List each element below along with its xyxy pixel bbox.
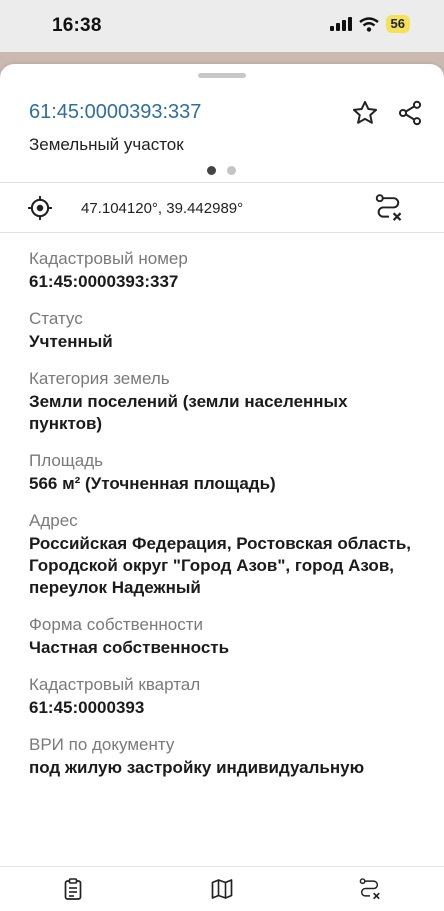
field-label: ВРИ по документу xyxy=(29,735,175,754)
signal-icon xyxy=(329,17,352,31)
field-address: Адрес Российская Федерация, Ростовская о… xyxy=(29,510,424,599)
page-dot-2[interactable] xyxy=(227,166,236,175)
field-land-category: Категория земель Земли поселений (земли … xyxy=(29,368,424,435)
field-value: Частная собственность xyxy=(29,638,230,657)
field-value: Учтенный xyxy=(29,332,113,351)
field-cadastral-quarter: Кадастровый квартал 61:45:0000393 xyxy=(29,674,424,719)
field-permitted-use: ВРИ по документу под жилую застройку инд… xyxy=(29,734,424,779)
field-label: Площадь xyxy=(29,451,104,470)
tab-route[interactable] xyxy=(358,877,382,901)
share-button[interactable] xyxy=(393,96,427,130)
bottom-tab-bar xyxy=(0,866,444,911)
star-icon xyxy=(352,100,378,124)
field-value: 61:45:0000393:337 xyxy=(29,272,179,291)
object-type: Земельный участок xyxy=(29,135,184,154)
field-label: Категория земель xyxy=(29,369,170,388)
field-cadastral-number: Кадастровый номер 61:45:0000393:337 xyxy=(29,248,424,293)
coordinates-text[interactable]: 47.104120°, 39.442989° xyxy=(81,200,243,217)
field-label: Статус xyxy=(29,309,83,328)
field-ownership: Форма собственности Частная собственност… xyxy=(29,614,424,659)
field-status: Статус Учтенный xyxy=(29,308,424,353)
field-label: Адрес xyxy=(29,511,78,530)
divider-top xyxy=(0,182,444,183)
field-label: Кадастровый номер xyxy=(29,249,188,268)
status-icons: 56 xyxy=(329,15,410,33)
route-clear-icon xyxy=(375,194,402,221)
cadastral-number-title[interactable]: 61:45:0000393:337 xyxy=(29,101,201,124)
field-value: Российская Федерация, Ростовская область… xyxy=(29,534,412,597)
share-icon xyxy=(398,100,422,126)
locate-button[interactable] xyxy=(23,191,57,225)
divider-coords xyxy=(0,232,444,233)
clipboard-icon xyxy=(64,878,82,900)
field-area: Площадь 566 м² (Уточненная площадь) xyxy=(29,450,424,495)
status-time: 16:38 xyxy=(52,15,102,36)
field-label: Кадастровый квартал xyxy=(29,675,201,694)
route-icon xyxy=(359,878,380,900)
battery-indicator: 56 xyxy=(385,15,410,33)
tab-map[interactable] xyxy=(210,877,234,901)
favorite-button[interactable] xyxy=(348,96,382,130)
wifi-icon xyxy=(358,16,379,32)
status-bar: 16:38 56 xyxy=(0,0,444,52)
parcel-info-sheet: 61:45:0000393:337 Земельный участок 47.1… xyxy=(0,64,444,910)
field-value: 566 м² (Уточненная площадь) xyxy=(29,474,276,493)
route-clear-button[interactable] xyxy=(372,191,406,225)
crosshair-icon xyxy=(28,196,52,220)
tab-info[interactable] xyxy=(61,877,85,901)
map-icon xyxy=(211,879,233,899)
page-dot-1[interactable] xyxy=(207,166,216,175)
page-indicator[interactable] xyxy=(207,166,236,175)
attribute-list: Кадастровый номер 61:45:0000393:337 Стат… xyxy=(29,248,424,794)
field-value: 61:45:0000393 xyxy=(29,698,145,717)
field-label: Форма собственности xyxy=(29,615,203,634)
drag-handle[interactable] xyxy=(198,73,246,78)
field-value: под жилую застройку индивидуальную xyxy=(29,758,365,777)
field-value: Земли поселений (земли населенных пункто… xyxy=(29,392,348,433)
